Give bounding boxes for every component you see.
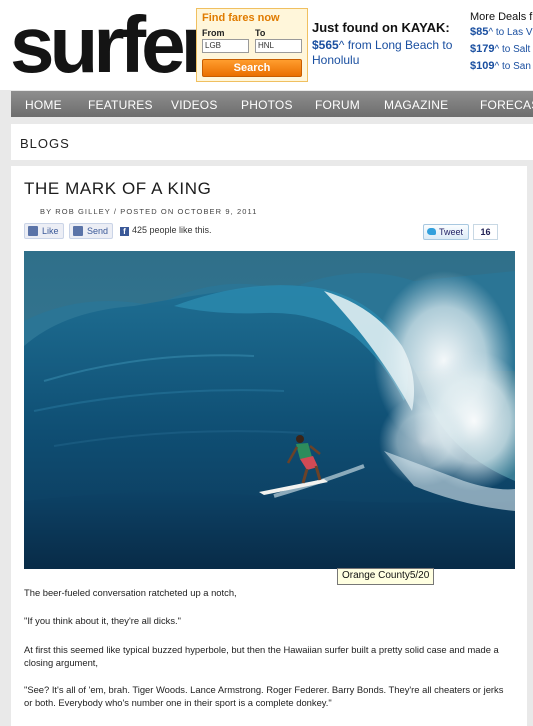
from-label: From — [202, 28, 225, 38]
facebook-send-button[interactable]: Send — [69, 223, 114, 239]
site-header: surfer Find fares now From To LGB HNL Se… — [0, 0, 533, 90]
more-deals-list: More Deals f $85^ to Las V $179^ to Salt… — [470, 10, 533, 75]
more-deal-suffix: ^ — [494, 44, 500, 55]
to-airport-input[interactable]: HNL — [255, 39, 302, 53]
from-airport-input[interactable]: LGB — [202, 39, 249, 53]
deal-price-suffix: ^ — [338, 38, 345, 52]
more-deal-item[interactable]: $85^ to Las V — [470, 24, 533, 41]
more-deal-price: $85 — [470, 26, 489, 38]
find-fares-title: Find fares now — [202, 12, 280, 24]
article-byline: BY ROB GILLEY / POSTED ON OCTOBER 9, 201… — [40, 207, 258, 216]
surfer-logo[interactable]: surfer — [10, 2, 212, 88]
tweet-label: Tweet — [439, 227, 464, 237]
nav-item-features[interactable]: FEATURES — [88, 91, 153, 117]
article-paragraph: "If you think about it, they're all dick… — [24, 615, 181, 626]
more-deal-dest: to San — [501, 61, 531, 72]
send-label: Send — [87, 226, 109, 236]
more-deal-dest: to Salt — [501, 44, 531, 55]
more-deal-suffix: ^ — [488, 27, 494, 38]
twitter-bird-icon — [427, 228, 436, 235]
facebook-like-count: f 425 people like this. — [120, 225, 212, 236]
tweet-button[interactable]: Tweet — [423, 224, 469, 240]
like-count-text: 425 people like this. — [132, 225, 212, 235]
deal-headline: Just found on KAYAK: — [312, 20, 450, 35]
article-paragraph: At first this seemed like typical buzzed… — [24, 644, 499, 668]
more-deal-suffix: ^ — [494, 61, 500, 72]
kayak-fare-widget: Find fares now From To LGB HNL Search — [196, 8, 308, 82]
nav-item-forecast[interactable]: FORECAS — [480, 91, 533, 117]
main-nav: HOME FEATURES VIDEOS PHOTOS FORUM MAGAZI… — [11, 91, 533, 117]
photo-tooltip: Orange County5/20 — [337, 568, 435, 585]
article-paragraph: The beer-fueled conversation ratcheted u… — [24, 587, 237, 598]
more-deal-dest: to Las V — [495, 27, 533, 38]
nav-item-photos[interactable]: PHOTOS — [241, 91, 293, 117]
more-deals-title: More Deals f — [470, 11, 533, 23]
fare-search-button[interactable]: Search — [202, 59, 302, 77]
nav-item-forum[interactable]: FORUM — [315, 91, 360, 117]
deal-price: $565 — [312, 38, 339, 52]
facebook-like-button[interactable]: Like — [24, 223, 64, 239]
more-deal-price: $179 — [470, 43, 495, 55]
like-label: Like — [42, 226, 59, 236]
section-title: BLOGS — [20, 136, 70, 151]
nav-item-magazine[interactable]: MAGAZINE — [384, 91, 448, 117]
deal-route[interactable]: $565^ from Long Beach to Honolulu — [312, 38, 472, 68]
article-paragraph: "See? It's all of 'em, brah. Tiger Woods… — [24, 684, 504, 708]
send-icon — [73, 226, 83, 236]
tweet-count[interactable]: 16 — [473, 224, 498, 240]
thumbs-up-icon — [28, 226, 38, 236]
more-deal-item[interactable]: $109^ to San — [470, 58, 533, 75]
nav-item-videos[interactable]: VIDEOS — [171, 91, 218, 117]
more-deal-item[interactable]: $179^ to Salt — [470, 41, 533, 58]
to-label: To — [255, 28, 266, 38]
wave-surfer-image — [24, 251, 515, 569]
section-header: BLOGS — [11, 124, 533, 160]
nav-item-home[interactable]: HOME — [25, 91, 62, 117]
more-deal-price: $109 — [470, 60, 495, 72]
article-title[interactable]: THE MARK OF A KING — [24, 179, 211, 199]
kayak-deal[interactable]: Just found on KAYAK: $565^ from Long Bea… — [312, 20, 472, 68]
article-photo[interactable] — [24, 251, 515, 569]
article: THE MARK OF A KING BY ROB GILLEY / POSTE… — [11, 166, 527, 726]
facebook-icon: f — [120, 227, 129, 236]
